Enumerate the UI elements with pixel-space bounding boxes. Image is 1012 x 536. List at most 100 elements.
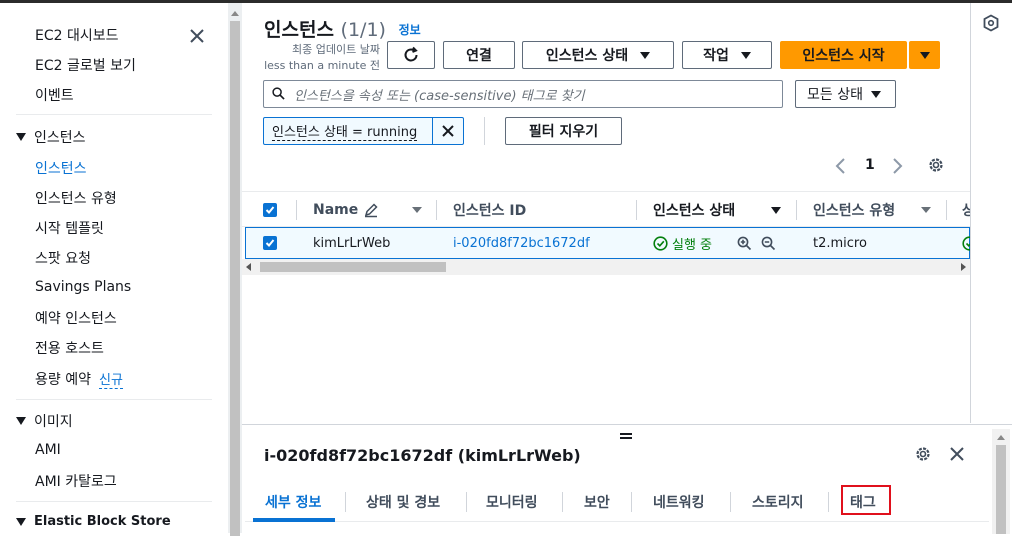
tab-details[interactable]: 세부 정보 bbox=[252, 485, 336, 522]
sidebar-item-dedicated-hosts[interactable]: 전용 호스트 bbox=[35, 338, 104, 358]
sidebar-item-ec2-dashboard[interactable]: EC2 대시보드 bbox=[35, 25, 119, 45]
caret-down-icon bbox=[16, 517, 26, 526]
caret-down-icon bbox=[919, 51, 930, 59]
split-panel: i-020fd8f72bc1672df (kimLrLrWeb) 세부 정보 상… bbox=[242, 424, 1012, 534]
filter-token: 인스턴스 상태 = running bbox=[263, 117, 464, 145]
remove-filter-button[interactable] bbox=[433, 118, 463, 144]
sidebar-section-images[interactable]: 이미지 bbox=[16, 411, 73, 431]
details-tabs: 세부 정보 상태 및 경보 모니터링 보안 네트워킹 스토리지 태그 bbox=[245, 485, 989, 522]
column-header-instance-id[interactable]: 인스턴스 ID bbox=[453, 192, 526, 228]
zoom-out-button[interactable] bbox=[761, 228, 776, 258]
checkbox-checked-icon bbox=[263, 203, 277, 217]
table-row[interactable]: kimLrLrWeb i-020fd8f72bc1672df 실행 중 t2.m… bbox=[245, 227, 977, 259]
instance-state: 실행 중 bbox=[653, 228, 712, 258]
scroll-up-arrow-icon[interactable] bbox=[997, 435, 1005, 440]
instance-name: kimLrLrWeb bbox=[313, 235, 391, 251]
sidebar-scrollbar[interactable] bbox=[228, 3, 242, 536]
instance-id-link[interactable]: i-020fd8f72bc1672df bbox=[453, 228, 590, 258]
column-header-instance-state[interactable]: 인스턴스 상태 bbox=[653, 192, 735, 228]
sidebar-item-events[interactable]: 이벤트 bbox=[35, 85, 74, 105]
sidebar-item-spot-requests[interactable]: 스팟 요청 bbox=[35, 248, 91, 268]
tab-networking[interactable]: 네트워킹 bbox=[653, 485, 705, 519]
clear-filters-button[interactable]: 필터 지우기 bbox=[505, 117, 622, 145]
sidebar-item-capacity-reservations[interactable]: 용량 예약 신규 bbox=[35, 369, 123, 389]
table-header: Name 인스턴스 ID 인스턴스 상태 인스턴스 유형 상 bbox=[242, 191, 975, 228]
instance-count: (1/1) bbox=[340, 19, 386, 41]
sidebar-divider bbox=[16, 114, 212, 115]
instance-state-button[interactable]: 인스턴스 상태 bbox=[522, 41, 674, 69]
sidebar-item-savings-plans[interactable]: Savings Plans bbox=[35, 279, 131, 295]
scroll-up-arrow-icon[interactable] bbox=[231, 11, 239, 16]
scrollbar-thumb[interactable] bbox=[260, 262, 446, 272]
sidebar-section-instances[interactable]: 인스턴스 bbox=[16, 127, 86, 147]
sidebar: EC2 대시보드 EC2 글로벌 보기 이벤트 인스턴스 인스턴스 인스턴스 유… bbox=[0, 3, 228, 533]
sort-icon[interactable] bbox=[412, 192, 422, 228]
close-icon bbox=[442, 125, 454, 137]
instance-type: t2.micro bbox=[813, 235, 867, 251]
scroll-left-arrow-icon[interactable] bbox=[246, 263, 251, 271]
column-header-name[interactable]: Name bbox=[313, 192, 379, 228]
gear-icon bbox=[916, 447, 930, 461]
scrollbar-thumb[interactable] bbox=[996, 445, 1006, 534]
sidebar-divider bbox=[16, 501, 212, 502]
tab-storage[interactable]: 스토리지 bbox=[752, 485, 804, 519]
launch-instances-button[interactable]: 인스턴스 시작 bbox=[780, 41, 907, 69]
caret-down-icon bbox=[16, 133, 26, 141]
sort-desc-icon[interactable] bbox=[771, 192, 781, 228]
next-page-button[interactable] bbox=[890, 157, 904, 179]
refresh-icon bbox=[404, 46, 418, 62]
connect-button[interactable]: 연결 bbox=[443, 41, 515, 69]
tab-monitoring[interactable]: 모니터링 bbox=[486, 485, 538, 519]
highlight-box bbox=[841, 485, 891, 515]
page-title: 인스턴스 (1/1) 정보 bbox=[264, 19, 421, 41]
split-panel-scrollbar[interactable] bbox=[992, 429, 1010, 534]
sidebar-item-ec2-global-view[interactable]: EC2 글로벌 보기 bbox=[35, 55, 136, 75]
zoom-in-button[interactable] bbox=[737, 228, 752, 258]
sidebar-item-launch-templates[interactable]: 시작 템플릿 bbox=[35, 218, 104, 238]
sort-icon[interactable] bbox=[921, 192, 931, 228]
zoom-in-icon bbox=[737, 236, 752, 250]
new-badge: 신규 bbox=[98, 373, 123, 389]
page-number[interactable]: 1 bbox=[865, 157, 875, 173]
split-panel-settings-button[interactable] bbox=[914, 445, 932, 467]
row-checkbox[interactable] bbox=[263, 228, 277, 258]
actions-button[interactable]: 작업 bbox=[682, 41, 772, 69]
launch-dropdown-button[interactable] bbox=[909, 41, 940, 69]
caret-down-icon bbox=[640, 51, 651, 59]
table-settings-button[interactable] bbox=[927, 156, 945, 178]
gear-icon bbox=[929, 158, 943, 172]
sidebar-divider bbox=[16, 399, 212, 400]
previous-page-button[interactable] bbox=[834, 157, 848, 179]
sidebar-item-instance-types[interactable]: 인스턴스 유형 bbox=[35, 188, 117, 208]
scrollbar-thumb[interactable] bbox=[230, 21, 240, 536]
caret-down-icon bbox=[16, 417, 26, 425]
scroll-right-arrow-icon[interactable] bbox=[961, 263, 966, 271]
state-filter-select[interactable]: 모든 상태 bbox=[795, 80, 896, 108]
sidebar-item-reserved-instances[interactable]: 예약 인스턴스 bbox=[35, 308, 117, 328]
sidebar-item-instances[interactable]: 인스턴스 bbox=[35, 158, 87, 178]
info-link[interactable]: 정보 bbox=[399, 23, 421, 37]
refresh-button[interactable] bbox=[387, 41, 435, 69]
instances-panel: 인스턴스 (1/1) 정보 최종 업데이트 날짜 less than a min… bbox=[242, 3, 977, 423]
close-icon[interactable] bbox=[186, 25, 208, 47]
split-panel-title: i-020fd8f72bc1672df (kimLrLrWeb) bbox=[264, 446, 581, 465]
resize-handle[interactable] bbox=[620, 433, 632, 439]
caret-down-icon bbox=[870, 90, 881, 98]
divider bbox=[484, 117, 485, 145]
tab-security[interactable]: 보안 bbox=[584, 485, 610, 519]
tab-status-alarms[interactable]: 상태 및 경보 bbox=[366, 485, 440, 519]
sidebar-item-ami[interactable]: AMI bbox=[35, 442, 61, 458]
sidebar-item-ami-catalog[interactable]: AMI 카탈로그 bbox=[35, 471, 117, 491]
select-all-checkbox[interactable] bbox=[263, 192, 277, 228]
edit-icon bbox=[365, 203, 378, 218]
feedback-hexagon-icon[interactable] bbox=[983, 14, 999, 36]
sidebar-section-ebs[interactable]: Elastic Block Store bbox=[16, 514, 171, 529]
split-panel-close-button[interactable] bbox=[948, 445, 966, 467]
search-icon bbox=[272, 87, 285, 100]
last-updated: 최종 업데이트 날짜 less than a minute 전 bbox=[264, 43, 380, 72]
search-input[interactable]: 인스턴스을 속성 또는 (case-sensitive) 태그로 찾기 bbox=[263, 80, 783, 108]
close-icon bbox=[950, 447, 964, 461]
column-header-instance-type[interactable]: 인스턴스 유형 bbox=[813, 192, 895, 228]
chevron-left-icon bbox=[835, 158, 845, 174]
table-horizontal-scrollbar[interactable] bbox=[242, 259, 970, 275]
